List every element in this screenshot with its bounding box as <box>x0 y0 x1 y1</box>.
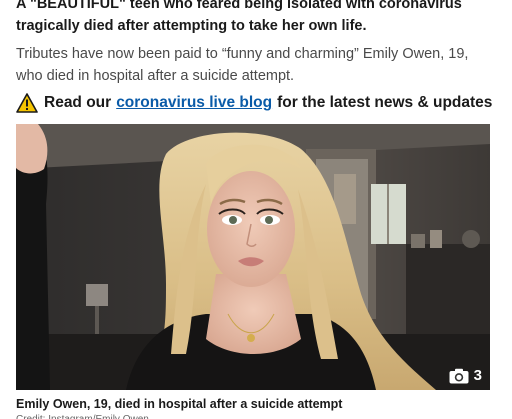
promo-suffix: for the latest news & updates <box>277 94 493 111</box>
photo-credit: Credit: Instagram/Emily Owen <box>16 414 216 419</box>
gallery-count: 3 <box>473 367 482 384</box>
camera-icon <box>449 368 469 383</box>
promo-prefix: Read our <box>44 94 112 111</box>
gallery-badge[interactable]: 3 <box>449 367 482 384</box>
photo-image <box>16 124 490 390</box>
warning-icon <box>16 93 38 113</box>
article-paragraph: Tributes have now been paid to “funny an… <box>16 46 469 84</box>
photo-caption: Emily Owen, 19, died in hospital after a… <box>16 397 343 411</box>
live-blog-link[interactable]: coronavirus live blog <box>116 94 272 112</box>
article-lede: A "BEAUTIFUL" teen who feared being isol… <box>16 0 462 34</box>
article-photo[interactable]: 3 <box>16 124 490 390</box>
live-blog-promo: Read our coronavirus live blog for the l… <box>16 91 496 115</box>
